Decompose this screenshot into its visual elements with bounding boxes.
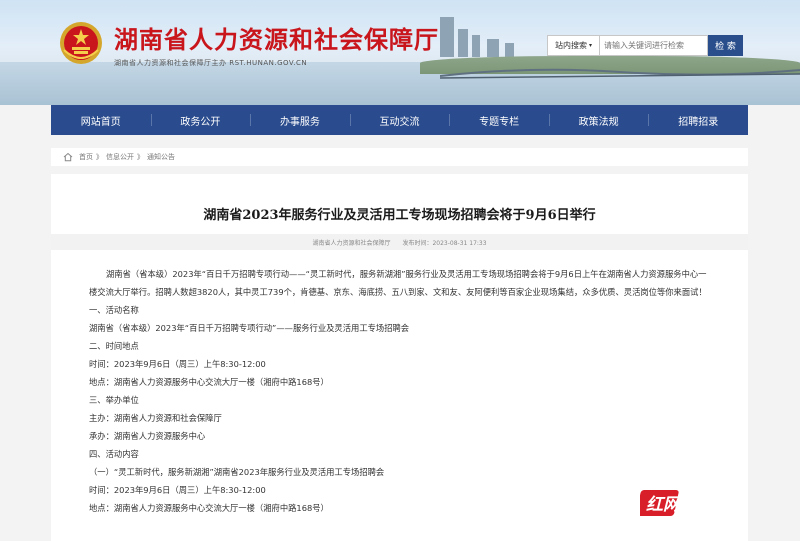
banner-building: [505, 43, 514, 57]
article-line: 地点：湖南省人力资源服务中心交流大厅一楼（湘府中路168号）: [89, 503, 329, 513]
banner-building: [472, 35, 480, 57]
article-line: 二、时间地点: [89, 341, 139, 351]
article-publish-time: 发布时间：2023-08-31 17:33: [402, 239, 487, 247]
breadcrumb-info-public[interactable]: 信息公开: [106, 152, 134, 162]
banner-building: [440, 17, 454, 57]
article-body: 湖南省（省本级）2023年“百日千万招聘专项行动——“灵工新时代，服务新湖湘”服…: [89, 266, 711, 517]
search-scope-label: 站内搜索: [554, 41, 587, 50]
header-banner: 湖南省人力资源和社会保障厅 湖南省人力资源和社会保障厅主办 RST.HUNAN.…: [0, 0, 800, 105]
search-bar: 站内搜索 ▾ 检 索: [547, 35, 743, 56]
article-lead-paragraph: 湖南省（省本级）2023年“百日千万招聘专项行动——“灵工新时代，服务新湖湘”服…: [89, 269, 707, 297]
national-emblem-icon[interactable]: [58, 20, 104, 66]
article-line: 湖南省（省本级）2023年“百日千万招聘专项行动”——服务行业及灵活用工专场招聘…: [89, 323, 410, 333]
article-line: 主办：湖南省人力资源和社会保障厅: [89, 413, 222, 423]
article-source: 湖南省人力资源和社会保障厅: [312, 239, 391, 247]
article-line: 地点：湖南省人力资源服务中心交流大厅一楼（湘府中路168号）: [89, 377, 329, 387]
article-line: 时间：2023年9月6日（周三）上午8:30-12:00: [89, 359, 266, 369]
banner-bridge: [440, 66, 800, 79]
nav-item-gov-affairs[interactable]: 政务公开: [150, 105, 251, 135]
breadcrumb: 首页 》 信息公开 》 通知公告: [51, 148, 748, 166]
article-line: （一）“灵工新时代，服务新湖湘”湖南省2023年服务行业及灵活用工专场招聘会: [89, 467, 385, 477]
site-title[interactable]: 湖南省人力资源和社会保障厅: [114, 20, 439, 55]
nav-item-home[interactable]: 网站首页: [51, 105, 151, 135]
article-line: 承办：湖南省人力资源服务中心: [89, 431, 206, 441]
article-line: 四、活动内容: [89, 449, 139, 459]
breadcrumb-home[interactable]: 首页: [79, 152, 93, 162]
breadcrumb-notices[interactable]: 通知公告: [147, 152, 175, 162]
article-title: 湖南省2023年服务行业及灵活用工专场现场招聘会将于9月6日举行: [203, 208, 596, 223]
nav-item-services[interactable]: 办事服务: [250, 105, 350, 135]
breadcrumb-separator: 》: [137, 153, 144, 161]
article-line: 三、举办单位: [89, 395, 139, 405]
nav-item-interaction[interactable]: 互动交流: [349, 105, 450, 135]
search-button[interactable]: 检 索: [708, 35, 743, 56]
rednet-watermark-logo: 红网时刻: [636, 486, 750, 520]
site-subtitle: 湖南省人力资源和社会保障厅主办 RST.HUNAN.GOV.CN: [114, 59, 308, 67]
search-input[interactable]: [600, 35, 708, 56]
article-meta: 湖南省人力资源和社会保障厅 发布时间：2023-08-31 17:33: [51, 234, 748, 250]
nav-item-topics[interactable]: 专题专栏: [449, 105, 549, 135]
nav-item-policies[interactable]: 政策法规: [548, 105, 649, 135]
search-scope-select[interactable]: 站内搜索 ▾: [547, 35, 600, 56]
nav-item-recruitment[interactable]: 招聘招录: [648, 105, 748, 135]
breadcrumb-separator: 》: [96, 153, 103, 161]
article-line: 一、活动名称: [89, 305, 139, 315]
banner-building: [458, 29, 468, 57]
main-nav: 网站首页 政务公开 办事服务 互动交流 专题专栏 政策法规 招聘招录: [51, 105, 748, 135]
watermark-text: 红网时刻: [646, 495, 717, 515]
chevron-down-icon: ▾: [588, 42, 592, 49]
banner-building: [487, 39, 499, 57]
article-line: 时间：2023年9月6日（周三）上午8:30-12:00: [89, 485, 266, 495]
home-icon: [63, 152, 73, 162]
